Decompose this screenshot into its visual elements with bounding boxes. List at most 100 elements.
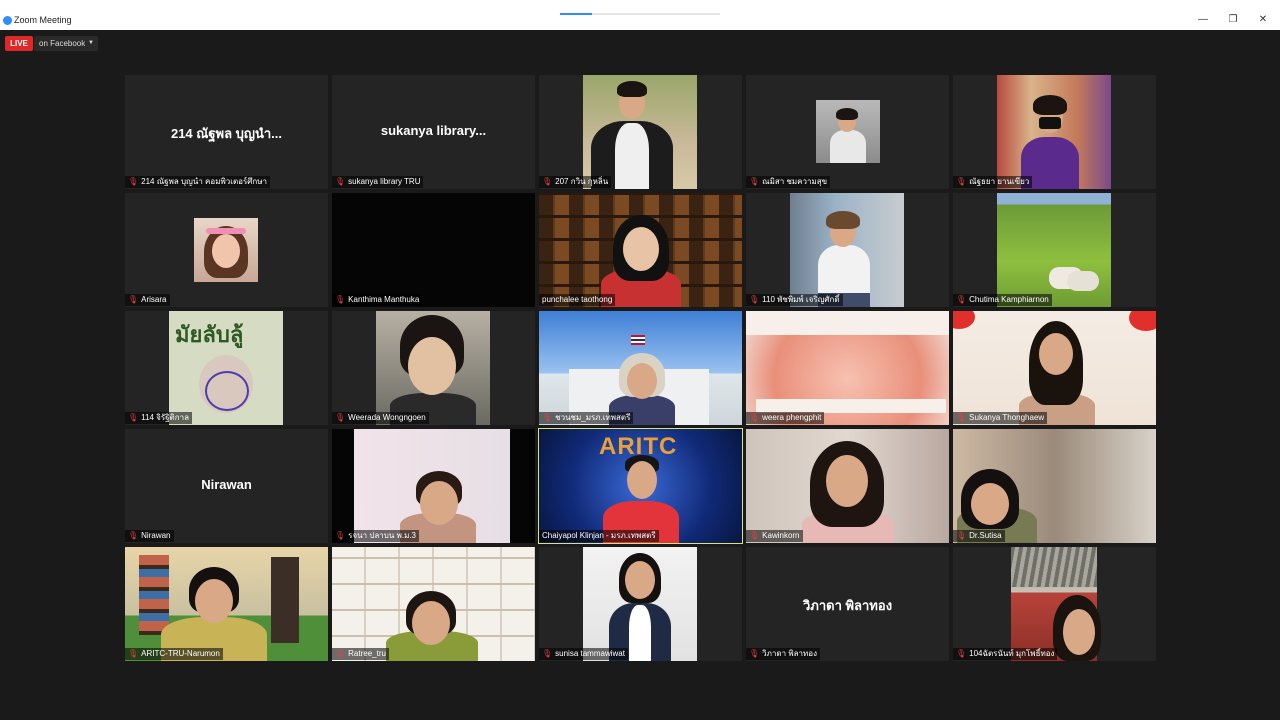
participant-tile[interactable]: 🎙 sunisa tammawiwat — [539, 547, 742, 661]
participant-video — [583, 547, 697, 661]
live-badge[interactable]: LIVE — [5, 36, 33, 51]
participant-label: 🎙 Sukanya Thonghaew — [953, 412, 1048, 424]
participant-label: 🎙 214 ณัฐพล บุญนำ คอมพิวเตอร์ศึกษา — [125, 176, 270, 188]
participant-label: 🎙 ณัฐธยา ยานเขียว — [953, 176, 1033, 188]
participant-center-name: sukanya library... — [380, 123, 487, 138]
participant-name: ARITC-TRU-Narumon — [141, 649, 220, 658]
participant-tile[interactable]: วิภาดา พิลาทอง 🎙 วิภาดา พิลาทอง — [746, 547, 949, 661]
participant-label: 🎙 ณมิสา ชมความสุข — [746, 176, 831, 188]
loading-progress-fill — [560, 13, 592, 15]
participant-name: ณัฐธยา ยานเขียว — [969, 177, 1030, 186]
participant-label: 🎙 รจนา ปลาบน พ.ม.3 — [332, 530, 420, 542]
participant-tile[interactable]: Nirawan 🎙 Nirawan — [125, 429, 328, 543]
muted-mic-icon: 🎙 — [542, 649, 553, 658]
participant-name: Kanthima Manthuka — [348, 295, 420, 304]
participant-video — [953, 429, 1156, 543]
muted-mic-icon: 🎙 — [335, 531, 346, 540]
participant-label: 🎙 Arisara — [125, 294, 170, 306]
muted-mic-icon: 🎙 — [335, 177, 346, 186]
muted-mic-icon: 🎙 — [749, 649, 760, 658]
participant-name: 114 จิรัฐิติกาล — [141, 413, 189, 422]
participant-tile[interactable]: sukanya library... 🎙 sukanya library TRU — [332, 75, 535, 189]
participant-name: Ratree_tru — [348, 649, 386, 658]
participant-name: punchalee taothong — [542, 295, 613, 304]
participant-video — [997, 75, 1111, 189]
participant-tile[interactable]: 214 ณัฐพล บุญนำ... 🎙 214 ณัฐพล บุญนำ คอมพ… — [125, 75, 328, 189]
participant-label: 🎙 104ฉัตรนันท์ มุกโพธิ์ทอง — [953, 648, 1058, 660]
participant-name: 110 พัชพิมพ์ เจริญศักดิ์ — [762, 295, 840, 304]
muted-mic-icon: 🎙 — [335, 295, 346, 304]
participant-tile[interactable]: มัยลับลู้ 🎙 114 จิรัฐิติกาล — [125, 311, 328, 425]
virtual-background-text: มัยลับลู้ — [175, 323, 244, 348]
window-titlebar: Zoom Meeting — ❐ ✕ — [0, 0, 1280, 30]
participant-name: sunisa tammawiwat — [555, 649, 625, 658]
participant-name: 104ฉัตรนันท์ มุกโพธิ์ทอง — [969, 649, 1055, 658]
participant-tile[interactable]: 🎙 Sukanya Thonghaew — [953, 311, 1156, 425]
muted-mic-icon: 🎙 — [335, 413, 346, 422]
participant-label: 🎙 วิภาดา พิลาทอง — [746, 648, 820, 660]
live-target-dropdown[interactable]: on Facebook ▼ — [34, 36, 98, 51]
participant-tile[interactable]: 🎙 Dr.Sutisa — [953, 429, 1156, 543]
participant-tile[interactable]: 🎙 weera phengphit — [746, 311, 949, 425]
muted-mic-icon: 🎙 — [128, 295, 139, 304]
participant-tile[interactable]: 🎙 ARITC-TRU-Narumon — [125, 547, 328, 661]
restore-button[interactable]: ❐ — [1226, 14, 1240, 26]
participant-name: Chaiyapol Klinjan - มรภ.เทพสตรี — [542, 531, 656, 540]
participant-video: ARITC — [539, 429, 742, 543]
participant-name: Weerada Wongngoen — [348, 413, 426, 422]
participant-video — [746, 429, 949, 543]
muted-mic-icon: 🎙 — [956, 531, 967, 540]
participant-name: sukanya library TRU — [348, 177, 421, 186]
participant-tile[interactable]: 🎙 รจนา ปลาบน พ.ม.3 — [332, 429, 535, 543]
participant-label: 🎙 Dr.Sutisa — [953, 530, 1005, 542]
participant-video — [583, 75, 697, 189]
zoom-app-icon — [3, 16, 12, 25]
participant-video — [332, 547, 535, 661]
participant-label: 🎙 Ratree_tru — [332, 648, 389, 660]
minimize-button[interactable]: — — [1196, 14, 1210, 26]
participant-tile[interactable]: 🎙 110 พัชพิมพ์ เจริญศักดิ์ — [746, 193, 949, 307]
participant-video — [790, 193, 904, 307]
participant-name: ชวนชม_มรภ.เทพสตรี — [555, 413, 631, 422]
participant-label: 🎙 ARITC-TRU-Narumon — [125, 648, 223, 660]
participant-center-name: Nirawan — [201, 477, 252, 492]
participant-tile[interactable]: 🎙 Kawinkorn — [746, 429, 949, 543]
participant-tile[interactable]: 🎙 ณัฐธยา ยานเขียว — [953, 75, 1156, 189]
participant-video — [746, 311, 949, 425]
participant-name: Chutima Kamphiarnon — [969, 295, 1049, 304]
chevron-down-icon: ▼ — [88, 40, 94, 46]
participant-label: 🎙 ชวนชม_มรภ.เทพสตรี — [539, 412, 634, 424]
muted-mic-icon: 🎙 — [956, 177, 967, 186]
participant-video — [354, 429, 510, 543]
participant-tile[interactable]: 🎙 Ratree_tru — [332, 547, 535, 661]
participant-name: weera phengphit — [762, 413, 822, 422]
close-button[interactable]: ✕ — [1256, 14, 1270, 26]
muted-mic-icon: 🎙 — [956, 295, 967, 304]
participant-name: ณมิสา ชมความสุข — [762, 177, 828, 186]
muted-mic-icon: 🎙 — [956, 413, 967, 422]
participant-center-name: 214 ณัฐพล บุญนำ... — [170, 126, 283, 141]
participant-tile[interactable]: 🎙 Arisara — [125, 193, 328, 307]
participant-tile[interactable]: 🎙 Weerada Wongngoen — [332, 311, 535, 425]
participant-tile[interactable]: 🎙 104ฉัตรนันท์ มุกโพธิ์ทอง — [953, 547, 1156, 661]
participant-tile[interactable]: 🎙 ณมิสา ชมความสุข — [746, 75, 949, 189]
participant-label: 🎙 Weerada Wongngoen — [332, 412, 429, 424]
participant-tile[interactable]: 🎙 Chutima Kamphiarnon — [953, 193, 1156, 307]
participant-video — [539, 193, 742, 307]
muted-mic-icon: 🎙 — [128, 531, 139, 540]
participant-tile-active-speaker[interactable]: ARITC Chaiyapol Klinjan - มรภ.เทพสตรี — [538, 428, 743, 544]
participant-video — [539, 311, 742, 425]
loading-progress-bar — [560, 13, 720, 15]
muted-mic-icon: 🎙 — [542, 413, 553, 422]
participant-video — [953, 311, 1156, 425]
participant-tile[interactable]: 🎙 Kanthima Manthuka — [332, 193, 535, 307]
participant-name: รจนา ปลาบน พ.ม.3 — [348, 531, 417, 540]
participant-video — [816, 100, 880, 163]
window-title: Zoom Meeting — [14, 15, 72, 25]
participant-label: 🎙 Chutima Kamphiarnon — [953, 294, 1052, 306]
participant-tile[interactable]: punchalee taothong — [539, 193, 742, 307]
participant-tile[interactable]: 🎙 207 กวิน กุหลิ่น — [539, 75, 742, 189]
muted-mic-icon: 🎙 — [749, 413, 760, 422]
muted-mic-icon: 🎙 — [749, 531, 760, 540]
participant-tile[interactable]: 🎙 ชวนชม_มรภ.เทพสตรี — [539, 311, 742, 425]
